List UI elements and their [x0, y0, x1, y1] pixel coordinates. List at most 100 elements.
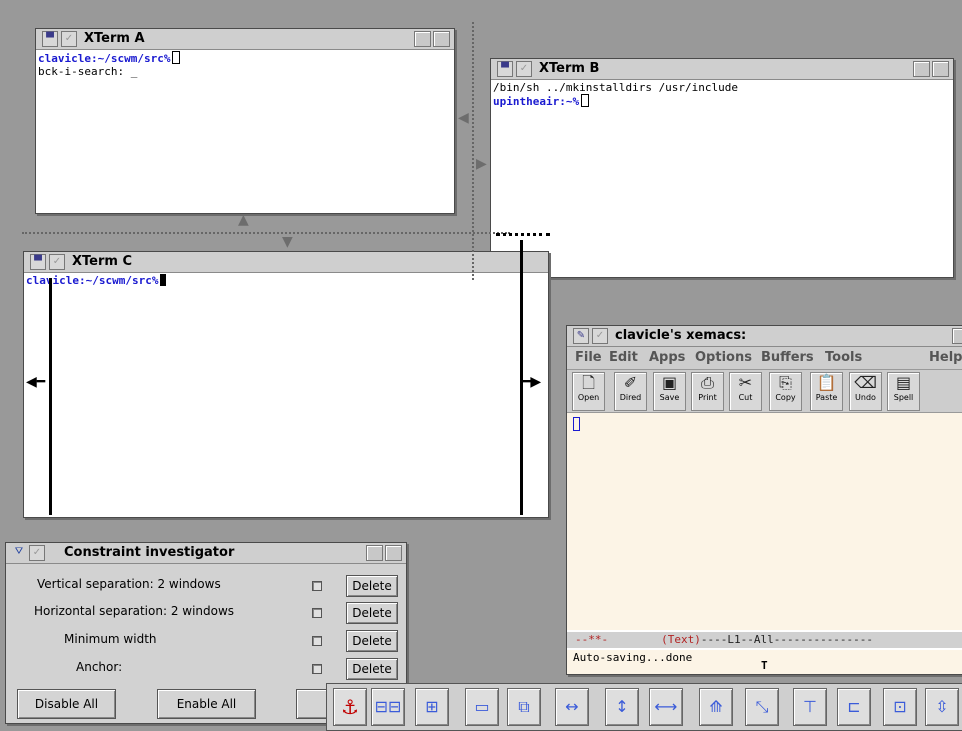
enable-checkbox[interactable] — [312, 664, 322, 674]
terminal-icon[interactable]: ▀ — [42, 31, 58, 47]
minibuffer[interactable]: Auto-saving...done T — [567, 650, 962, 674]
sticky-icon[interactable]: ✓ — [516, 61, 532, 77]
constraint-row: Horizontal separation: 2 windows Delete — [6, 602, 406, 626]
dired-icon: ✐ — [623, 373, 638, 392]
constraint-palette: ⚓ ⊟⊟ ⊞ ▭ ⧉ ↔ ↕ ⟷ ⟰ ⤡ ⊤ ⊏ ⊡ ⇳ — [326, 683, 962, 731]
xterm-a-window[interactable]: ▀ ✓ XTerm A clavicle:~/scwm/src% bck-i-s… — [35, 28, 455, 214]
modeline-position: ----L1--All--------------- — [700, 633, 874, 646]
diagonal-link-icon[interactable]: ⤡ — [745, 688, 779, 726]
open-button[interactable]: 🗋 Open — [572, 372, 605, 411]
output-line: /bin/sh ../mkinstalldirs /usr/include — [493, 81, 739, 94]
enable-checkbox[interactable] — [312, 581, 322, 591]
menu-buffers[interactable]: Buffers — [761, 350, 814, 365]
xterm-b-titlebar[interactable]: ▀ ✓ XTerm B — [491, 59, 953, 80]
right-align-icon[interactable]: ▭ — [465, 688, 499, 726]
maximize-button[interactable] — [385, 545, 402, 561]
vertical-align-icon[interactable]: ⊞ — [415, 688, 449, 726]
xterm-c-titlebar[interactable]: ▀ ✓ XTerm C — [24, 252, 548, 273]
shell-prompt: clavicle:~/scwm/src% — [26, 274, 159, 287]
xterm-a-titlebar[interactable]: ▀ ✓ XTerm A — [36, 29, 454, 50]
iconify-button[interactable] — [366, 545, 383, 561]
open-file-icon: 🗋 — [582, 373, 595, 392]
relative-height-icon[interactable]: ⇳ — [925, 688, 959, 726]
min-height-icon[interactable]: ⟰ — [699, 688, 733, 726]
print-icon: ⎙ — [701, 373, 714, 392]
edit-icon[interactable]: ✎ — [573, 328, 589, 344]
horizontal-separation-guide — [22, 232, 510, 234]
delete-button[interactable]: Delete — [346, 575, 398, 597]
tool-label: Spell — [893, 393, 914, 402]
undo-button[interactable]: ⌫ Undo — [849, 372, 882, 411]
window-title: clavicle's xemacs: — [615, 328, 747, 343]
up-arrow-icon: ▲ — [238, 212, 249, 228]
anchor-guide — [496, 233, 550, 236]
vertical-separation-icon[interactable]: ↕ — [605, 688, 639, 726]
sticky-icon[interactable]: ✓ — [49, 254, 65, 270]
xterm-c-window[interactable]: ▀ ✓ XTerm C clavicle:~/scwm/src% — [23, 251, 549, 518]
spell-icon: ▤ — [895, 373, 912, 392]
menu-options[interactable]: Options — [695, 350, 752, 365]
tool-label: Copy — [775, 393, 796, 402]
mode-line[interactable]: --**- (Text)----L1--All--------------- — [567, 632, 962, 648]
vertical-separation-guide — [472, 22, 474, 280]
print-button[interactable]: ⎙ Print — [691, 372, 724, 411]
overlap-icon[interactable]: ⧉ — [507, 688, 541, 726]
top-edge-icon[interactable]: ⊤ — [793, 688, 827, 726]
scwm-logo-icon[interactable]: ⛛ — [12, 545, 26, 559]
anchor-icon[interactable]: ⚓ — [333, 688, 367, 726]
xemacs-titlebar[interactable]: ✎ ✓ clavicle's xemacs: — [567, 326, 962, 347]
terminal-area[interactable]: clavicle:~/scwm/src% — [26, 274, 546, 515]
toolbar: 🗋 Open ✐ Dired ▣ Save ⎙ Print ✂ Cut ⎘ Copy 📋 Pa… — [567, 370, 962, 413]
enable-checkbox[interactable] — [312, 608, 322, 618]
text-cursor-icon: T — [761, 659, 768, 672]
enable-all-button[interactable]: Enable All — [157, 689, 256, 719]
iconify-button[interactable] — [952, 328, 962, 344]
maximize-button[interactable] — [932, 61, 949, 77]
maximize-button[interactable] — [433, 31, 450, 47]
horizontal-separation-icon[interactable]: ↔ — [555, 688, 589, 726]
enable-checkbox[interactable] — [312, 636, 322, 646]
iconify-button[interactable] — [913, 61, 930, 77]
delete-button[interactable]: Delete — [346, 630, 398, 652]
spell-button[interactable]: ▤ Spell — [887, 372, 920, 411]
terminal-icon[interactable]: ▀ — [30, 254, 46, 270]
strict-relative-size-icon[interactable]: ⊡ — [883, 688, 917, 726]
terminal-area[interactable]: clavicle:~/scwm/src% bck-i-search: _ — [38, 51, 452, 211]
copy-button[interactable]: ⎘ Copy — [769, 372, 802, 411]
center-align-icon[interactable]: ⊏ — [837, 688, 871, 726]
right-arrow-icon: ━▶ — [522, 374, 542, 390]
menu-tools[interactable]: Tools — [825, 350, 862, 365]
search-line: bck-i-search: _ — [38, 65, 138, 78]
sticky-icon[interactable]: ✓ — [29, 545, 45, 561]
delete-button[interactable]: Delete — [346, 658, 398, 680]
save-button[interactable]: ▣ Save — [653, 372, 686, 411]
delete-button[interactable]: Delete — [346, 602, 398, 624]
menu-help[interactable]: Help — [929, 350, 962, 365]
menu-edit[interactable]: Edit — [609, 350, 638, 365]
sticky-icon[interactable]: ✓ — [592, 328, 608, 344]
text-cursor — [172, 51, 181, 64]
shell-prompt: upintheair:~% — [493, 95, 580, 108]
scissors-icon: ✂ — [738, 373, 753, 392]
paste-button[interactable]: 📋 Paste — [810, 372, 843, 411]
min-width-icon[interactable]: ⟷ — [649, 688, 683, 726]
constraint-label: Minimum width — [64, 632, 157, 646]
cut-button[interactable]: ✂ Cut — [729, 372, 762, 411]
menu-apps[interactable]: Apps — [649, 350, 685, 365]
menu-file[interactable]: File — [575, 350, 602, 365]
disable-all-button[interactable]: Disable All — [17, 689, 116, 719]
xemacs-window[interactable]: ✎ ✓ clavicle's xemacs: File Edit Apps Op… — [566, 325, 962, 675]
sticky-icon[interactable]: ✓ — [61, 31, 77, 47]
xterm-b-window[interactable]: ▀ ✓ XTerm B /bin/sh ../mkinstalldirs /us… — [490, 58, 954, 278]
dired-button[interactable]: ✐ Dired — [614, 372, 647, 411]
constraint-investigator-titlebar[interactable]: ⛛ ✓ Constraint investigator — [6, 543, 406, 564]
menu-bar: File Edit Apps Options Buffers Tools Hel… — [567, 347, 962, 370]
iconify-button[interactable] — [414, 31, 431, 47]
window-title: XTerm B — [539, 61, 600, 76]
horizontal-align-icon[interactable]: ⊟⊟ — [371, 688, 405, 726]
edit-buffer[interactable] — [567, 413, 962, 630]
terminal-area[interactable]: /bin/sh ../mkinstalldirs /usr/include up… — [493, 81, 951, 275]
tool-label: Undo — [855, 393, 876, 402]
text-cursor — [573, 417, 580, 431]
terminal-icon[interactable]: ▀ — [497, 61, 513, 77]
